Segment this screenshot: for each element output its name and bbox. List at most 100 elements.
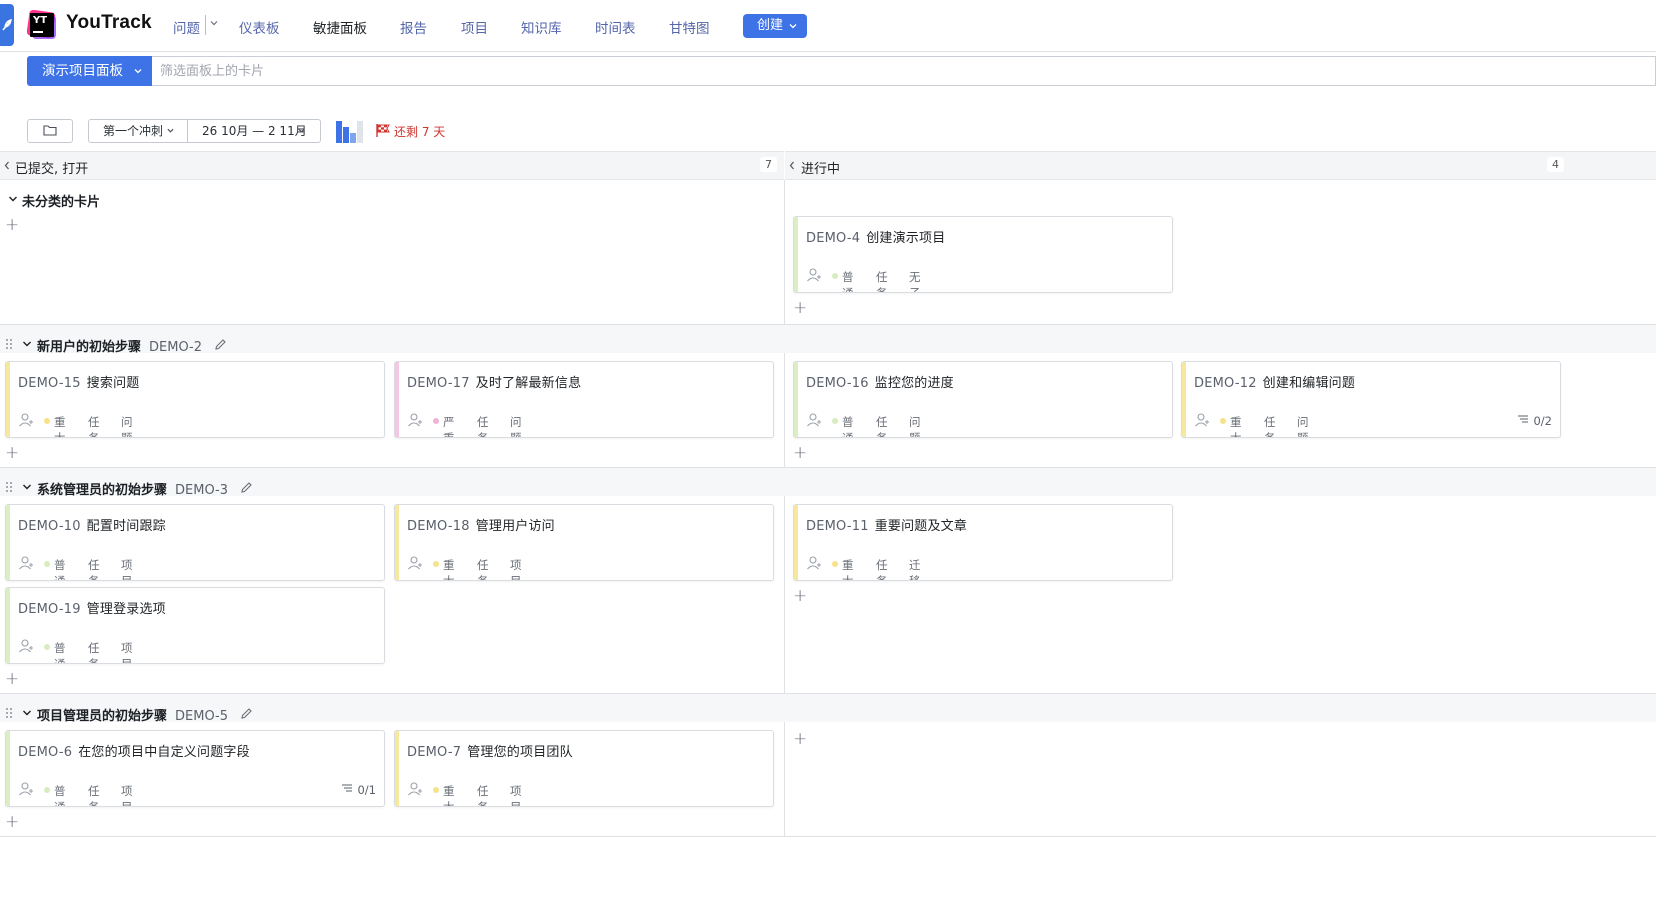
subtask-counter[interactable]: 0/2 [1518,414,1552,428]
board-selector-button[interactable]: 演示项目面板 [27,56,152,86]
card-priority[interactable]: 重大 [842,557,854,580]
collapsed-sidebar-tab[interactable] [0,4,14,46]
card-title[interactable]: 管理您的项目团队 [467,745,573,760]
unassigned-user-icon[interactable] [806,555,822,571]
card-title[interactable]: 及时了解最新信息 [476,376,582,391]
card-subsystem[interactable]: 迁移 [909,557,921,580]
chevron-down-icon[interactable] [22,482,32,492]
unassigned-user-icon[interactable] [407,555,423,571]
card-type[interactable]: 任务 [876,414,888,437]
swimlane-demo-5[interactable]: 项目管理员的初始步骤 DEMO-5 [22,705,228,724]
unassigned-user-icon[interactable] [18,781,34,797]
card-demo-18[interactable]: DEMO-18 管理用户访问 重大 任务 项目管理 [394,504,774,581]
nav-gantt-charts[interactable]: 甘特图 [669,17,710,37]
chevron-down-icon[interactable] [8,194,18,204]
card-type[interactable]: 任务 [477,557,489,580]
nav-reports[interactable]: 报告 [400,17,427,37]
drag-handle-icon[interactable] [5,707,13,719]
card-demo-12[interactable]: DEMO-12 创建和编辑问题 重大 任务 问题跟踪 0/2 [1181,361,1561,438]
card-id[interactable]: DEMO-10 [18,519,81,534]
card-subsystem[interactable]: 问题跟踪 [121,414,133,437]
swimlane-demo-3[interactable]: 系统管理员的初始步骤 DEMO-3 [22,479,228,498]
card-id[interactable]: DEMO-15 [18,376,81,391]
card-priority[interactable]: 重大 [443,557,455,580]
nav-issues[interactable]: 问题 [173,17,200,37]
unassigned-user-icon[interactable] [18,638,34,654]
card-id[interactable]: DEMO-19 [18,602,81,617]
chevron-down-icon[interactable] [22,708,32,718]
card-subsystem[interactable]: 问题跟踪 [909,414,921,437]
card-type[interactable]: 任务 [876,557,888,580]
add-card-plus-icon[interactable]: + [5,217,19,234]
card-type[interactable]: 任务 [88,557,100,580]
card-id[interactable]: DEMO-16 [806,376,869,391]
add-card-plus-icon[interactable]: + [5,671,19,688]
card-demo-15[interactable]: DEMO-15 搜索问题 重大 任务 问题跟踪 [5,361,385,438]
drag-handle-icon[interactable] [5,338,13,350]
card-priority[interactable]: 重大 [54,414,66,437]
add-card-plus-icon[interactable]: + [5,445,19,462]
card-demo-6[interactable]: DEMO-6 在您的项目中自定义问题字段 普通 任务 项目管理 0/1 [5,730,385,807]
add-card-plus-icon[interactable]: + [793,588,807,605]
edit-pencil-icon[interactable] [240,481,253,494]
nav-timesheets[interactable]: 时间表 [595,17,636,37]
card-demo-11[interactable]: DEMO-11 重要问题及文章 重大 任务 迁移 [793,504,1173,581]
card-title[interactable]: 在您的项目中自定义问题字段 [78,745,250,760]
card-type[interactable]: 任务 [477,414,489,437]
swimlane-issue-id[interactable]: DEMO-2 [149,340,202,355]
chevron-left-icon[interactable] [4,161,10,170]
unassigned-user-icon[interactable] [407,781,423,797]
drag-handle-icon[interactable] [5,481,13,493]
card-priority[interactable]: 普通 [842,269,854,292]
card-priority[interactable]: 普通 [54,640,66,663]
create-button[interactable]: 创建 [743,14,807,38]
card-id[interactable]: DEMO-17 [407,376,470,391]
unassigned-user-icon[interactable] [18,555,34,571]
column-header-in-progress[interactable]: 进行中 4 [785,151,1656,180]
card-priority[interactable]: 重大 [1230,414,1242,437]
card-subsystem[interactable]: 项目管理 [121,640,133,663]
card-demo-7[interactable]: DEMO-7 管理您的项目团队 重大 任务 项目管理 [394,730,774,807]
unassigned-user-icon[interactable] [407,412,423,428]
chevron-down-icon[interactable] [210,19,218,27]
card-demo-4[interactable]: DEMO-4 创建演示项目 普通 任务 无子系统 [793,216,1173,293]
swimlane-issue-id[interactable]: DEMO-5 [175,709,228,724]
youtrack-logo[interactable]: YT [26,9,58,41]
card-subsystem[interactable]: 项目管理 [510,783,522,806]
unassigned-user-icon[interactable] [1194,412,1210,428]
unassigned-user-icon[interactable] [18,412,34,428]
card-type[interactable]: 任务 [88,640,100,663]
card-id[interactable]: DEMO-12 [1194,376,1257,391]
card-subsystem[interactable]: 无子系统 [909,269,921,292]
add-card-plus-icon[interactable]: + [793,300,807,317]
card-priority[interactable]: 重大 [443,783,455,806]
card-demo-10[interactable]: DEMO-10 配置时间跟踪 普通 任务 项目管理 [5,504,385,581]
edit-pencil-icon[interactable] [240,707,253,720]
nav-projects[interactable]: 项目 [461,17,488,37]
card-type[interactable]: 任务 [477,783,489,806]
card-title[interactable]: 监控您的进度 [875,376,954,391]
card-type[interactable]: 任务 [1264,414,1276,437]
sprint-selector[interactable]: 第一个冲刺 [88,119,188,143]
burndown-chart-icon[interactable] [336,121,364,143]
add-card-plus-icon[interactable]: + [793,445,807,462]
add-card-plus-icon[interactable]: + [793,731,807,748]
card-title[interactable]: 创建演示项目 [866,231,945,246]
swimlane-uncategorized[interactable]: 未分类的卡片 [8,191,100,210]
card-title[interactable]: 管理用户访问 [476,519,555,534]
card-demo-16[interactable]: DEMO-16 监控您的进度 普通 任务 问题跟踪 [793,361,1173,438]
card-subsystem[interactable]: 问题跟踪 [1297,414,1309,437]
edit-pencil-icon[interactable] [214,338,227,351]
card-subsystem[interactable]: 问题跟踪 [510,414,522,437]
chevron-left-icon[interactable] [789,161,795,170]
swimlane-demo-2[interactable]: 新用户的初始步骤 DEMO-2 [22,336,202,355]
column-header-open[interactable]: 已提交, 打开 7 [0,151,784,180]
card-priority[interactable]: 严重 [443,414,455,437]
card-type[interactable]: 任务 [88,414,100,437]
card-id[interactable]: DEMO-7 [407,745,461,760]
card-subsystem[interactable]: 项目管理 [121,557,133,580]
unassigned-user-icon[interactable] [806,267,822,283]
card-title[interactable]: 搜索问题 [87,376,140,391]
card-title[interactable]: 配置时间跟踪 [87,519,166,534]
card-priority[interactable]: 普通 [54,557,66,580]
